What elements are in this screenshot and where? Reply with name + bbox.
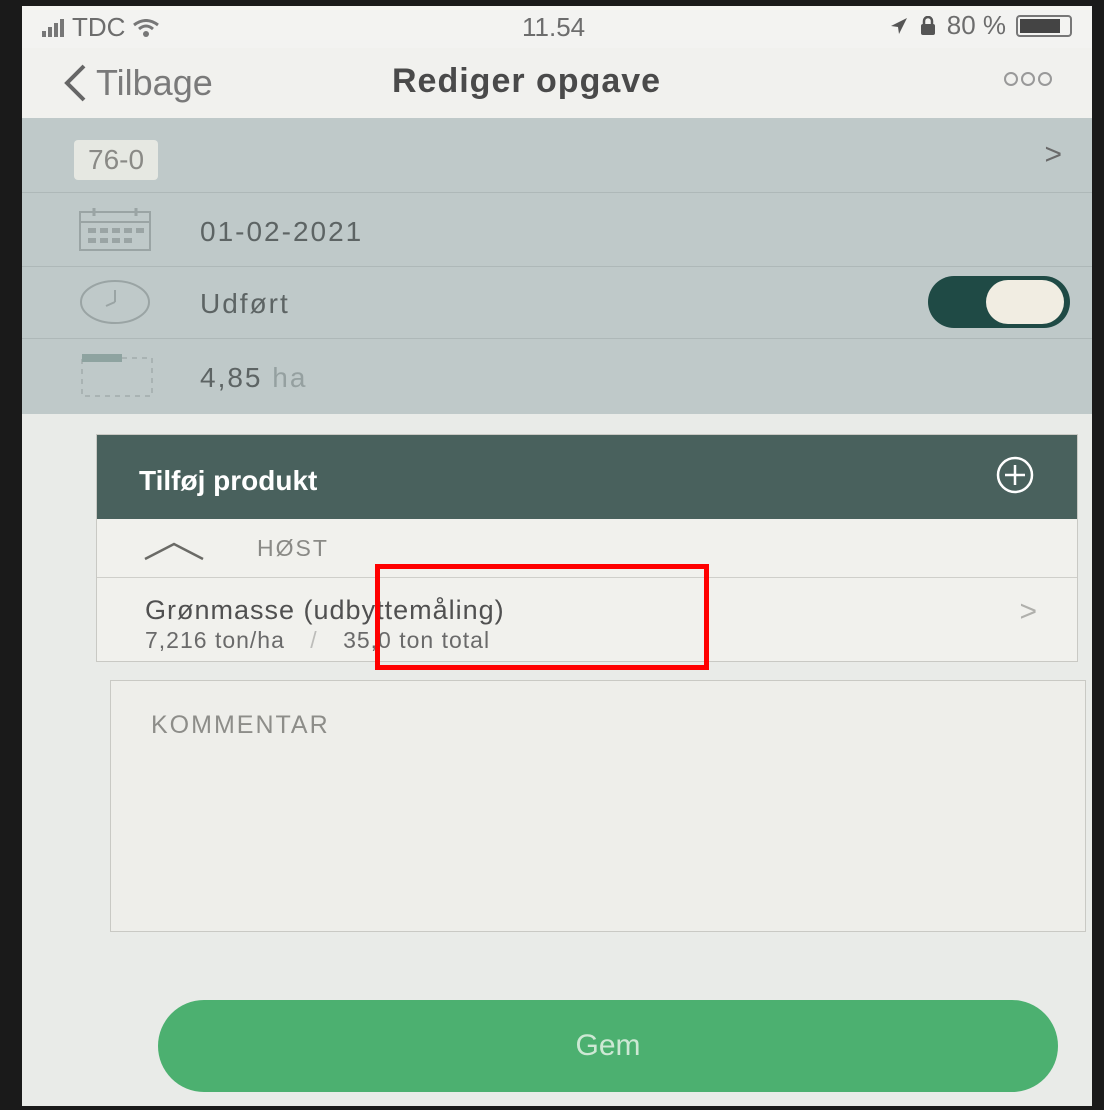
add-product-label: Tilføj produkt — [139, 465, 318, 496]
task-id-badge[interactable]: 76-0 — [74, 140, 159, 180]
carrier-label: TDC — [72, 12, 126, 42]
status-right: 80 % — [889, 10, 1072, 41]
date-row[interactable]: 01-02-2021 — [22, 192, 1092, 267]
harvest-section-label: HØST — [257, 535, 329, 561]
product-name: Grønmasse (udbyttemåling) — [145, 595, 505, 625]
more-options-icon[interactable] — [1004, 72, 1052, 86]
clock-icon — [80, 280, 150, 324]
field-area-icon — [81, 354, 153, 397]
task-date: 01-02-2021 — [200, 216, 364, 247]
harvest-section-header[interactable]: HØST — [97, 519, 1077, 578]
wifi-icon — [133, 18, 160, 37]
back-label: Tilbage — [96, 62, 213, 103]
status-row: Udført — [22, 266, 1092, 339]
battery-icon — [1016, 14, 1072, 37]
battery-percent: 80 % — [946, 10, 1006, 40]
area-readout: 4,85 ha — [200, 362, 307, 394]
carrier-group: TDC — [42, 12, 160, 43]
back-button[interactable]: Tilbage — [62, 62, 213, 104]
status-time: 11.54 — [522, 12, 586, 42]
chevron-up-icon[interactable] — [143, 541, 205, 561]
phone-screen: TDC 11.54 80 % Tilbage Rediger opgave 76… — [22, 6, 1092, 1106]
chevron-right-icon[interactable]: > — [1044, 138, 1062, 172]
status-label: Udført — [200, 288, 290, 319]
area-value: 4,85 — [200, 362, 263, 393]
task-info-panel: 76-0 > 01-02-2021 Udført 4,85 ha — [22, 118, 1092, 414]
product-item[interactable]: Grønmasse (udbyttemåling) 7,216 ton/ha /… — [97, 577, 1077, 659]
task-id-row[interactable]: 76-0 > — [22, 118, 1092, 193]
page-title: Rediger opgave — [392, 62, 662, 100]
navigation-bar: Tilbage Rediger opgave — [22, 48, 1092, 119]
plus-circle-icon[interactable] — [995, 455, 1035, 495]
calendar-icon — [79, 208, 151, 251]
completed-toggle[interactable] — [928, 276, 1070, 328]
product-total: 35,0 ton total — [343, 627, 491, 653]
orientation-lock-icon — [920, 15, 935, 35]
comment-field[interactable]: KOMMENTAR — [110, 680, 1086, 932]
product-card: Tilføj produkt HØST Grønmasse (udbyttemå… — [96, 434, 1078, 662]
area-row: 4,85 ha — [22, 338, 1092, 414]
location-arrow-icon — [890, 17, 907, 34]
product-meta: 7,216 ton/ha / 35,0 ton total — [145, 627, 490, 654]
product-rate: 7,216 ton/ha — [145, 627, 285, 653]
chevron-left-icon — [64, 64, 86, 102]
add-product-header[interactable]: Tilføj produkt — [97, 435, 1077, 519]
signal-icon — [42, 18, 64, 37]
save-button[interactable]: Gem — [158, 1000, 1058, 1092]
status-bar: TDC 11.54 80 % — [22, 6, 1092, 48]
area-unit: ha — [272, 362, 308, 393]
comment-placeholder: KOMMENTAR — [151, 711, 330, 739]
product-separator: / — [310, 627, 318, 653]
chevron-right-icon[interactable]: > — [1019, 595, 1037, 629]
